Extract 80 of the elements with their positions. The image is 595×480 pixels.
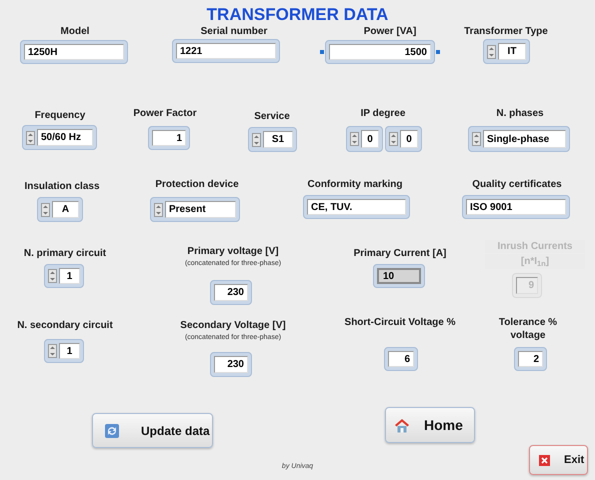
field-label: N. primary circuit — [22, 247, 108, 260]
ring-selector[interactable]: Single-phase — [468, 126, 570, 152]
field-label: Power [VA] — [362, 25, 418, 38]
text-field[interactable]: ISO 9001 — [462, 195, 570, 219]
increment-arrows-icon[interactable] — [472, 132, 481, 146]
field-label: Transformer Type — [463, 25, 549, 38]
ring-selector[interactable]: A — [37, 197, 83, 222]
numeric-field[interactable]: 1500 — [325, 40, 435, 64]
field-label: Conformity marking — [306, 178, 404, 191]
text-field[interactable]: CE, TUV. — [303, 195, 410, 219]
field-label: Power Factor — [132, 107, 198, 120]
increment-arrows-icon[interactable] — [48, 269, 57, 283]
number-input[interactable]: 2 — [518, 351, 543, 367]
text-field[interactable]: 1221 — [172, 39, 280, 63]
field-label: Primary Current [A] — [352, 247, 448, 260]
update-button[interactable]: Update data — [92, 413, 213, 448]
field-label: Primary voltage [V] — [186, 245, 280, 258]
field-label: Quality certificates — [471, 178, 563, 191]
increment-arrows-icon[interactable] — [154, 202, 163, 216]
ring-value[interactable]: Single-phase — [483, 130, 566, 148]
increment-arrows-icon[interactable] — [350, 132, 359, 146]
ring-value[interactable]: 50/60 Hz — [37, 129, 93, 146]
numeric-field[interactable]: 230 — [210, 352, 252, 377]
resize-handle[interactable] — [436, 50, 440, 54]
field-label: N. secondary circuit — [16, 319, 114, 332]
number-input[interactable]: 230 — [214, 356, 248, 373]
number-input[interactable]: 230 — [214, 284, 248, 301]
field-label: Serial number — [200, 25, 268, 38]
resize-handle[interactable] — [320, 50, 324, 54]
number-input[interactable]: 1500 — [329, 44, 431, 60]
increment-arrows-icon[interactable] — [41, 202, 50, 216]
refresh-icon — [105, 424, 119, 438]
increment-arrows-icon[interactable] — [487, 44, 496, 58]
house-icon — [394, 418, 410, 432]
field-label: Short-Circuit Voltage % — [344, 316, 456, 329]
value-display: 10 — [377, 268, 421, 284]
text-field[interactable]: 1250H — [20, 40, 128, 64]
field-label: Secondary Voltage [V] — [179, 319, 287, 332]
ring-selector[interactable]: Present — [150, 197, 240, 222]
field-label: IP degree — [360, 107, 406, 120]
text-input[interactable]: 1221 — [176, 43, 276, 59]
field-label: N. phases — [495, 107, 545, 120]
field-label: Insulation class — [23, 180, 101, 193]
field-label: Model — [60, 25, 90, 38]
numeric-field[interactable]: 1 — [148, 126, 190, 150]
ring-selector[interactable]: 1 — [44, 339, 84, 363]
ring-value[interactable]: Present — [165, 201, 236, 218]
numeric-field[interactable]: 2 — [514, 347, 547, 371]
numeric-field[interactable]: 6 — [384, 347, 418, 371]
ring-selector[interactable]: IT — [483, 39, 530, 64]
ring-selector[interactable]: 50/60 Hz — [22, 125, 97, 150]
increment-arrows-icon[interactable] — [389, 132, 398, 146]
ring-selector[interactable]: S1 — [248, 127, 297, 152]
increment-arrows-icon[interactable] — [26, 130, 35, 144]
increment-arrows-icon[interactable] — [252, 132, 261, 146]
ring-selector[interactable]: 0 — [346, 126, 383, 152]
text-input[interactable]: ISO 9001 — [466, 199, 566, 215]
field-label: Protection device — [154, 178, 240, 191]
field-label: Frequency — [34, 109, 86, 122]
ring-value[interactable]: 0 — [361, 130, 379, 148]
field-label: Tolerance % voltage — [498, 316, 558, 342]
home-button[interactable]: Home — [385, 407, 475, 443]
text-input[interactable]: 1250H — [24, 44, 124, 60]
number-input[interactable]: 6 — [388, 351, 414, 367]
ring-value[interactable]: S1 — [263, 131, 293, 148]
numeric-field[interactable]: 230 — [210, 280, 252, 305]
exit-button[interactable]: Exit — [529, 445, 588, 475]
ring-value[interactable]: A — [52, 201, 79, 218]
ring-selector[interactable]: 0 — [385, 126, 422, 152]
page-title: TRANSFORMER DATA — [206, 5, 388, 24]
number-input[interactable]: 1 — [152, 130, 186, 146]
ring-value[interactable]: 1 — [59, 343, 80, 359]
ring-value[interactable]: IT — [498, 43, 526, 60]
ring-value[interactable]: 0 — [400, 130, 418, 148]
ring-selector[interactable]: 1 — [44, 264, 84, 288]
ring-value[interactable]: 1 — [59, 268, 80, 284]
close-icon — [539, 454, 550, 466]
text-input[interactable]: CE, TUV. — [307, 199, 406, 215]
field-label: Service — [253, 110, 291, 123]
increment-arrows-icon[interactable] — [48, 344, 57, 358]
